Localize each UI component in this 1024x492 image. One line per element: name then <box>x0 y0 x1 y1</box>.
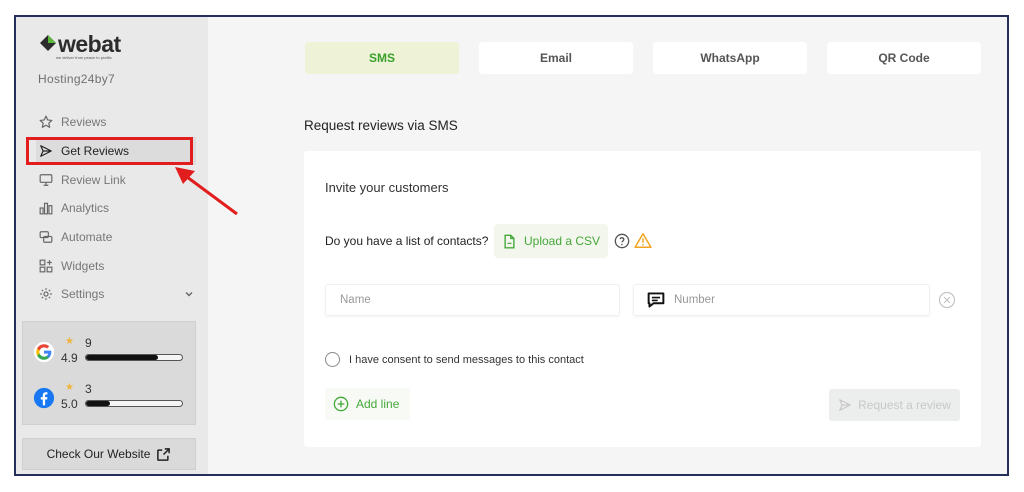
name-input[interactable]: Name <box>325 284 620 316</box>
add-line-button[interactable]: Add line <box>325 388 410 420</box>
google-average: 4.9 <box>61 351 78 365</box>
sidebar: webat we deliver from peace to profits H… <box>16 17 208 474</box>
monitor-icon <box>38 172 54 188</box>
company-name: Hosting24by7 <box>38 72 115 86</box>
contacts-question: Do you have a list of contacts? <box>325 234 489 248</box>
logo-text: webat <box>58 31 121 57</box>
google-rating-bar <box>85 354 183 361</box>
number-placeholder: Number <box>674 294 715 306</box>
sidebar-item-automate[interactable]: Automate <box>36 223 196 252</box>
consent-radio[interactable] <box>325 352 340 367</box>
google-rating: ★ 9 4.9 <box>33 336 193 370</box>
name-placeholder: Name <box>340 294 371 306</box>
sidebar-item-widgets[interactable]: Widgets <box>36 251 196 280</box>
logo: webat we deliver from peace to profits <box>38 31 121 60</box>
bar-chart-icon <box>38 200 54 216</box>
star-icon: ★ <box>65 336 74 347</box>
sidebar-item-label: Review Link <box>61 172 126 187</box>
facebook-rating-bar <box>85 400 183 407</box>
tab-sms[interactable]: SMS <box>305 42 459 74</box>
add-line-label: Add line <box>356 397 400 411</box>
channel-tabs: SMS Email WhatsApp QR Code <box>305 42 985 74</box>
request-review-button[interactable]: Request a review <box>829 389 960 421</box>
consent-label: I have consent to send messages to this … <box>349 353 584 366</box>
sidebar-item-label: Settings <box>61 287 105 302</box>
number-input[interactable]: Number <box>633 284 930 316</box>
tab-email[interactable]: Email <box>479 42 633 74</box>
facebook-review-count: 3 <box>85 382 92 396</box>
facebook-icon <box>33 387 55 409</box>
sidebar-item-label: Reviews <box>61 115 107 130</box>
external-link-icon <box>157 447 171 461</box>
ratings-summary: ★ 9 4.9 ★ 3 5.0 <box>22 321 196 425</box>
consent-option[interactable]: I have consent to send messages to this … <box>325 352 584 367</box>
google-icon <box>33 341 55 363</box>
rating-bar-fill <box>86 401 110 406</box>
widgets-icon <box>38 258 54 274</box>
webat-logo-icon <box>40 35 56 51</box>
upload-csv-button[interactable]: Upload a CSV <box>494 224 608 258</box>
upload-csv-label: Upload a CSV <box>524 234 601 248</box>
annotation-highlight-box <box>26 137 193 165</box>
check-website-label: Check Our Website <box>46 447 151 461</box>
sidebar-item-label: Analytics <box>61 201 110 216</box>
page-title: Request reviews via SMS <box>304 118 458 133</box>
logo-tagline: we deliver from peace to profits <box>56 55 112 60</box>
star-icon: ★ <box>65 382 74 393</box>
sidebar-item-settings[interactable]: Settings <box>36 280 196 309</box>
google-review-count: 9 <box>85 336 92 350</box>
invite-title: Invite your customers <box>325 180 449 195</box>
facebook-average: 5.0 <box>61 397 78 411</box>
plus-circle-icon <box>333 396 349 412</box>
chevron-down-icon[interactable] <box>184 289 194 299</box>
tab-whatsapp[interactable]: WhatsApp <box>653 42 807 74</box>
gear-icon <box>38 286 54 302</box>
send-icon <box>839 399 851 411</box>
annotation-arrow-icon <box>175 167 238 216</box>
check-website-button[interactable]: Check Our Website <box>22 438 196 470</box>
star-icon <box>38 114 54 130</box>
sidebar-item-label: Widgets <box>61 258 105 273</box>
invite-card: Invite your customers Do you have a list… <box>304 151 981 447</box>
sidebar-item-label: Automate <box>61 230 113 245</box>
file-icon <box>504 234 515 248</box>
tab-qr-code[interactable]: QR Code <box>827 42 981 74</box>
remove-line-icon[interactable] <box>938 291 956 309</box>
automate-icon <box>38 229 54 245</box>
request-review-label: Request a review <box>858 398 951 412</box>
sidebar-item-reviews[interactable]: Reviews <box>36 108 196 137</box>
chat-icon <box>647 292 665 308</box>
help-icon[interactable] <box>614 233 630 249</box>
rating-bar-fill <box>86 355 158 360</box>
app-window: webat we deliver from peace to profits H… <box>14 15 1009 476</box>
warning-icon[interactable] <box>634 232 652 249</box>
facebook-rating: ★ 3 5.0 <box>33 382 193 416</box>
